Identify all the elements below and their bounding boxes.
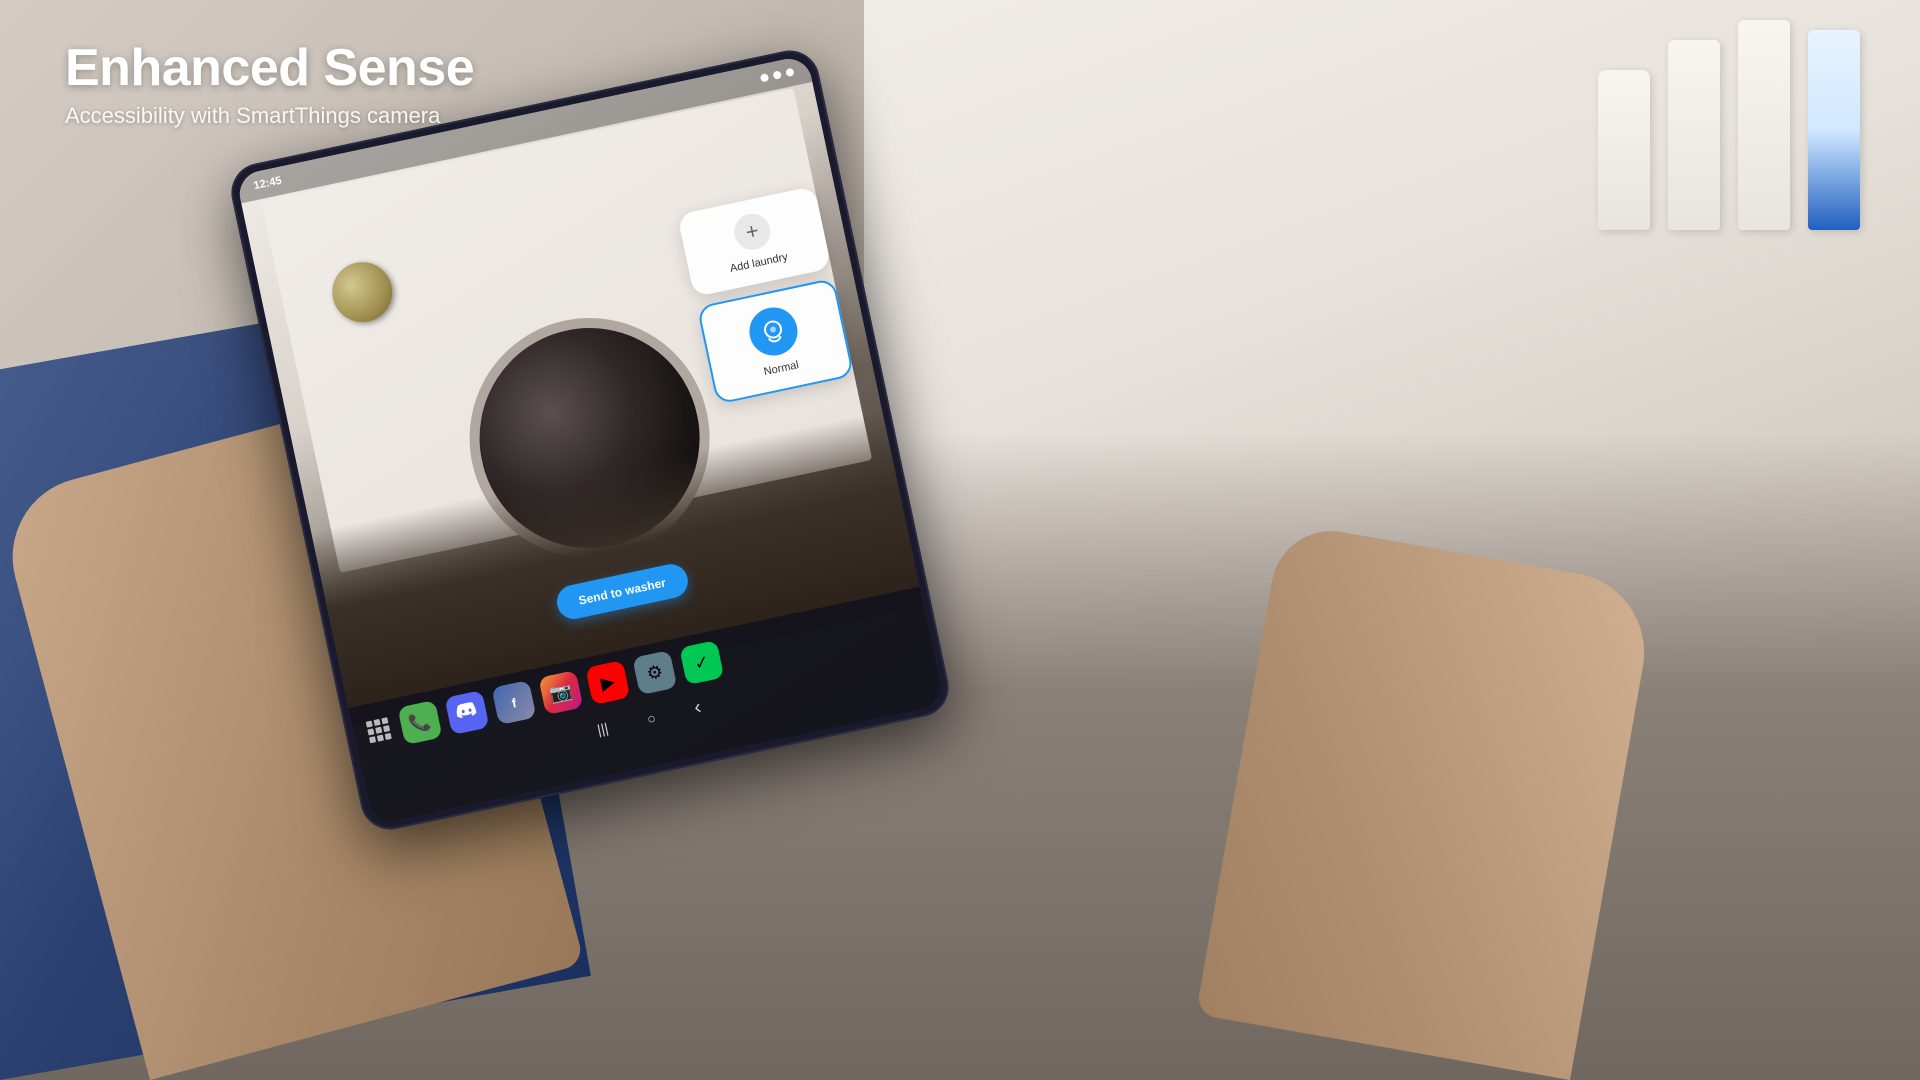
grid-dot (377, 735, 384, 742)
normal-label: Normal (763, 359, 800, 378)
shelf-bottles (1598, 20, 1860, 230)
grid-dot (369, 736, 376, 743)
grid-dot (383, 725, 390, 732)
app-settings-icon[interactable]: ⚙ (632, 650, 677, 695)
camera-washer-knob (327, 257, 398, 328)
signal-icon (760, 73, 769, 82)
grid-dot (385, 733, 392, 740)
recent-apps-button[interactable]: ||| (595, 716, 610, 741)
battery-icon (785, 68, 794, 77)
discord-svg (454, 699, 480, 725)
status-icons (760, 68, 795, 83)
grid-dot (366, 721, 373, 728)
text-overlay: Enhanced Sense Accessibility with SmartT… (65, 40, 474, 129)
grid-dot (381, 717, 388, 724)
home-button[interactable]: ○ (645, 706, 658, 730)
status-time: 12:45 (253, 175, 283, 193)
app-green-icon[interactable]: ✓ (679, 640, 724, 685)
plus-icon: + (731, 210, 774, 253)
add-laundry-label: Add laundry (729, 251, 789, 275)
app-meta-icon[interactable]: f (491, 680, 536, 725)
grid-dot (374, 719, 381, 726)
app-grid-button[interactable] (366, 717, 394, 745)
back-button[interactable]: ‹ (692, 696, 703, 720)
bottle-1 (1598, 70, 1650, 230)
app-youtube-icon[interactable]: ▶ (585, 660, 630, 705)
app-discord-icon[interactable] (444, 690, 489, 735)
page-subtitle: Accessibility with SmartThings camera (65, 103, 474, 129)
grid-dot (367, 728, 374, 735)
bottle-3 (1738, 20, 1790, 230)
wifi-icon (772, 70, 781, 79)
bottle-2 (1668, 40, 1720, 230)
bottle-4 (1808, 30, 1860, 230)
grid-dot (375, 727, 382, 734)
app-instagram-icon[interactable]: 📷 (538, 670, 583, 715)
wash-mode-icon (745, 303, 802, 360)
page-title: Enhanced Sense (65, 40, 474, 97)
app-phone-icon[interactable]: 📞 (397, 700, 442, 745)
wash-icon-svg (757, 315, 790, 348)
phone-screen: 12:45 + Add laundry (235, 55, 944, 826)
background-scene: 12:45 + Add laundry (0, 0, 1920, 1080)
